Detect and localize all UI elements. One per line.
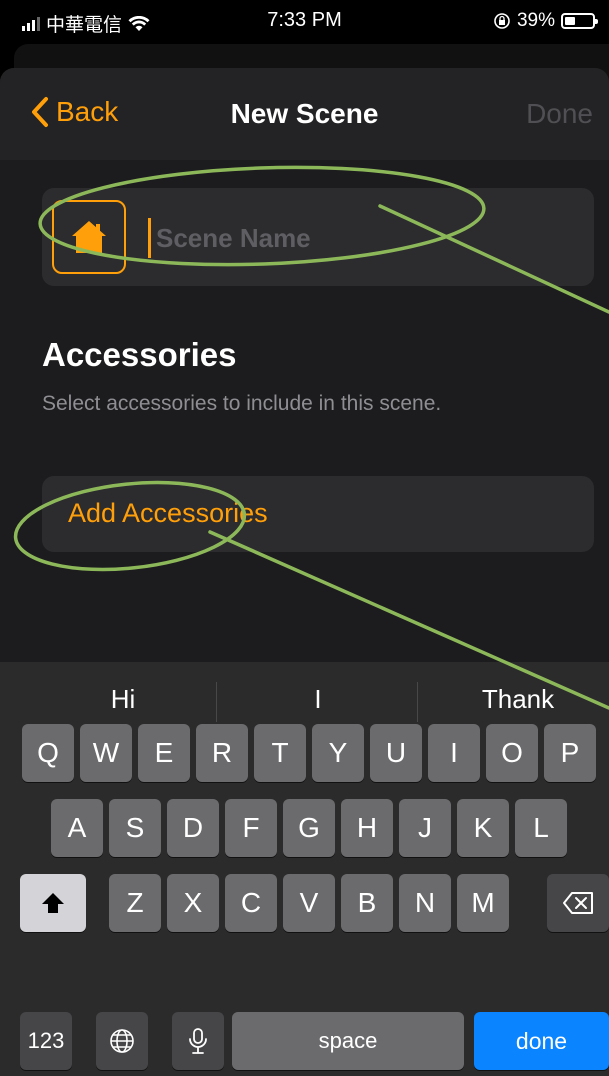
accessories-title: Accessories	[42, 336, 237, 373]
prediction-divider	[216, 682, 217, 722]
microphone-icon	[189, 1028, 207, 1054]
scene-name-input[interactable]	[150, 218, 586, 258]
key-p[interactable]: P	[544, 724, 596, 782]
key-s[interactable]: S	[109, 799, 161, 857]
key-q[interactable]: Q	[22, 724, 74, 782]
new-scene-sheet: Back New Scene Done Accessories Select a…	[0, 68, 609, 668]
page-title: New Scene	[230, 98, 379, 129]
key-u[interactable]: U	[370, 724, 422, 782]
battery-icon	[561, 13, 598, 29]
key-r[interactable]: R	[196, 724, 248, 782]
key-v[interactable]: V	[283, 874, 335, 932]
numbers-key[interactable]: 123	[20, 1012, 72, 1070]
key-b[interactable]: B	[341, 874, 393, 932]
prediction-3[interactable]: Thank	[418, 684, 609, 715]
key-h[interactable]: H	[341, 799, 393, 857]
key-e[interactable]: E	[138, 724, 190, 782]
key-j[interactable]: J	[399, 799, 451, 857]
done-return-key[interactable]: done	[474, 1012, 609, 1070]
key-g[interactable]: G	[283, 799, 335, 857]
key-z[interactable]: Z	[109, 874, 161, 932]
globe-icon	[110, 1029, 134, 1053]
key-d[interactable]: D	[167, 799, 219, 857]
status-right: 39%	[493, 10, 598, 32]
key-f[interactable]: F	[225, 799, 277, 857]
keyboard: Hi I Thank Q W E R T Y U I O P A S D F G…	[0, 662, 609, 1076]
key-i[interactable]: I	[428, 724, 480, 782]
key-x[interactable]: X	[167, 874, 219, 932]
key-n[interactable]: N	[399, 874, 451, 932]
lock-rotation-icon	[494, 13, 510, 29]
shift-key[interactable]	[20, 874, 86, 932]
battery-percent: 39%	[516, 10, 555, 31]
scene-name-cell	[42, 188, 594, 286]
scene-icon-button[interactable]	[52, 200, 126, 274]
prediction-2[interactable]: I	[218, 684, 418, 715]
backspace-icon	[563, 892, 593, 914]
key-o[interactable]: O	[486, 724, 538, 782]
done-button[interactable]: Done	[526, 98, 593, 130]
home-icon	[72, 221, 106, 253]
key-c[interactable]: C	[225, 874, 277, 932]
accessories-subtitle: Select accessories to include in this sc…	[42, 392, 442, 415]
key-m[interactable]: M	[457, 874, 509, 932]
add-accessories-button[interactable]: Add Accessories	[42, 476, 594, 552]
nav-bar: Back New Scene Done	[0, 68, 609, 160]
shift-icon	[42, 893, 64, 913]
key-t[interactable]: T	[254, 724, 306, 782]
key-a[interactable]: A	[51, 799, 103, 857]
space-key[interactable]: space	[232, 1012, 464, 1070]
key-l[interactable]: L	[515, 799, 567, 857]
prediction-1[interactable]: Hi	[23, 684, 223, 715]
add-accessories-label: Add Accessories	[68, 498, 268, 528]
key-w[interactable]: W	[80, 724, 132, 782]
key-y[interactable]: Y	[312, 724, 364, 782]
dictation-key[interactable]	[172, 1012, 224, 1070]
key-k[interactable]: K	[457, 799, 509, 857]
globe-key[interactable]	[96, 1012, 148, 1070]
status-bar: 中華電信 7:33 PM 39%	[0, 0, 609, 44]
backspace-key[interactable]	[547, 874, 609, 932]
